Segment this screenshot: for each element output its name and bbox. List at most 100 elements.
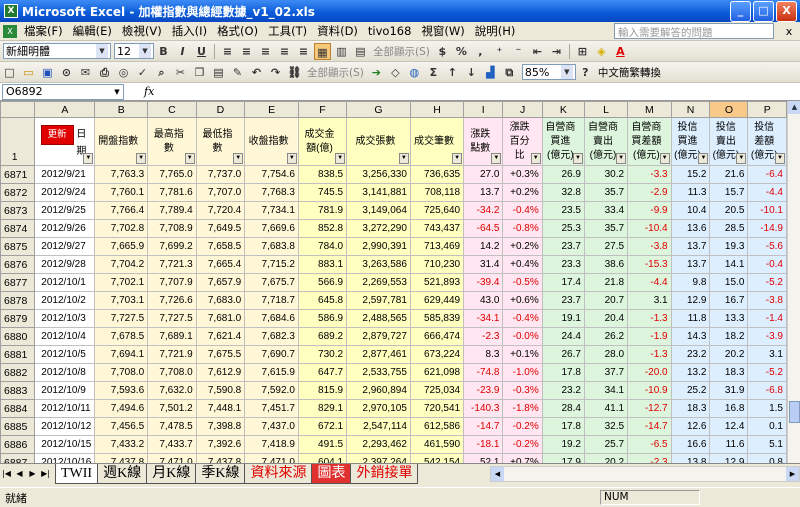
data-cell[interactable]: -0.4 [747, 255, 787, 274]
column-header-g[interactable]: G [346, 101, 411, 118]
data-cell[interactable]: 13.3 [709, 309, 749, 328]
data-cell[interactable]: +0.6% [502, 291, 543, 310]
data-cell[interactable]: 2,960,894 [346, 381, 411, 400]
data-cell[interactable]: -4.4 [747, 183, 787, 202]
data-cell[interactable]: 7,789.4 [147, 201, 197, 220]
field-header-cell[interactable]: 最高指數 ▼ [147, 117, 197, 166]
field-header-cell[interactable]: 投信差額(億元) ▼ [747, 117, 787, 166]
font-color-icon[interactable]: A [612, 43, 629, 60]
menu-edit[interactable]: 編輯(E) [68, 23, 117, 39]
column-header-o[interactable]: O [709, 101, 749, 118]
redo-icon[interactable]: ↷ [267, 64, 284, 81]
data-cell[interactable]: 13.7 [670, 237, 711, 256]
data-cell[interactable]: 708,118 [409, 183, 465, 202]
data-cell[interactable]: 0.1 [747, 417, 787, 436]
filter-dropdown-icon[interactable]: ▼ [83, 153, 94, 164]
data-cell[interactable]: 2012/9/25 [34, 201, 96, 220]
data-cell[interactable]: -5.6 [747, 237, 787, 256]
filter-dropdown-icon[interactable]: ▼ [136, 153, 147, 164]
filter-dropdown-icon[interactable]: ▼ [335, 153, 346, 164]
data-cell[interactable]: 7,721.3 [147, 255, 197, 274]
data-cell[interactable]: 2,488,565 [346, 309, 411, 328]
data-cell[interactable]: 11.6 [709, 435, 749, 454]
filter-dropdown-icon[interactable]: ▼ [530, 153, 541, 164]
data-cell[interactable]: 586.9 [297, 309, 348, 328]
data-cell[interactable]: 7,708.0 [94, 363, 149, 382]
scroll-thumb[interactable] [789, 401, 800, 423]
data-cell[interactable]: 7,433.7 [147, 435, 197, 454]
menu-tools[interactable]: 工具(T) [263, 23, 312, 39]
data-cell[interactable]: 2012/10/5 [34, 345, 96, 364]
data-cell[interactable]: 30.2 [583, 165, 629, 184]
data-cell[interactable]: -1.0% [502, 363, 543, 382]
field-header-cell[interactable]: 投信賣出(億元) ▼ [709, 117, 749, 166]
data-cell[interactable]: -18.1 [463, 435, 504, 454]
bold-button[interactable]: B [155, 43, 172, 60]
data-cell[interactable]: 7,720.4 [195, 201, 246, 220]
row-header[interactable]: 6874 [0, 219, 36, 238]
data-cell[interactable]: 8.3 [463, 345, 504, 364]
data-cell[interactable]: 2012/10/15 [34, 435, 96, 454]
column-header-n[interactable]: N [670, 101, 711, 118]
data-cell[interactable]: 7,726.6 [147, 291, 197, 310]
data-cell[interactable]: 7,437.0 [244, 417, 299, 436]
data-cell[interactable]: -0.0% [502, 327, 543, 346]
row-header[interactable]: 6880 [0, 327, 36, 346]
data-cell[interactable]: 28.4 [541, 399, 585, 418]
first-sheet-icon[interactable]: |◀ [0, 464, 13, 484]
data-cell[interactable]: 2012/9/24 [34, 183, 96, 202]
data-cell[interactable]: 7,727.5 [94, 309, 149, 328]
data-cell[interactable]: 713,469 [409, 237, 465, 256]
data-cell[interactable]: 7,683.8 [244, 237, 299, 256]
data-cell[interactable]: 26.9 [541, 165, 585, 184]
print-preview-icon[interactable]: ◎ [115, 64, 132, 81]
data-cell[interactable]: 23.7 [541, 291, 585, 310]
data-cell[interactable]: 7,715.2 [244, 255, 299, 274]
comma-button[interactable]: , [472, 43, 489, 60]
data-cell[interactable]: 2012/10/12 [34, 417, 96, 436]
data-cell[interactable]: 25.2 [670, 381, 711, 400]
data-cell[interactable]: -0.4% [502, 201, 543, 220]
data-cell[interactable]: -23.9 [463, 381, 504, 400]
data-cell[interactable]: 7,702.1 [94, 273, 149, 292]
data-cell[interactable]: 11.3 [670, 183, 711, 202]
data-cell[interactable]: 7,632.0 [147, 381, 197, 400]
row-header[interactable]: 6875 [0, 237, 36, 256]
sheet-tab[interactable]: 資料來源 [244, 464, 313, 484]
filter-dropdown-icon[interactable]: ▼ [233, 153, 244, 164]
data-cell[interactable]: 3.1 [747, 345, 787, 364]
data-cell[interactable]: 7,451.7 [244, 399, 299, 418]
data-cell[interactable]: 28.0 [583, 345, 629, 364]
row-header[interactable]: 1 [0, 117, 36, 166]
sheet-tab[interactable]: TWII [55, 464, 99, 484]
data-cell[interactable]: 2,547,114 [346, 417, 411, 436]
data-cell[interactable]: -3.8 [627, 237, 672, 256]
data-cell[interactable]: 883.1 [297, 255, 348, 274]
data-cell[interactable]: 2012/10/3 [34, 309, 96, 328]
columns-icon[interactable]: ▥ [333, 43, 350, 60]
data-cell[interactable]: -1.3 [627, 309, 672, 328]
data-cell[interactable]: -10.1 [747, 201, 787, 220]
help-question-input[interactable]: 輸入需要解答的問題 [614, 23, 774, 39]
data-cell[interactable]: 33.4 [583, 201, 629, 220]
data-cell[interactable]: -34.1 [463, 309, 504, 328]
data-cell[interactable]: 7,766.4 [94, 201, 149, 220]
scroll-up-icon[interactable]: ▲ [788, 101, 800, 114]
data-cell[interactable]: 725,640 [409, 201, 465, 220]
open-icon[interactable]: ▭ [20, 64, 37, 81]
data-cell[interactable]: -3.8 [747, 291, 787, 310]
data-cell[interactable]: 2012/9/28 [34, 255, 96, 274]
minimize-button[interactable]: _ [730, 0, 751, 22]
data-cell[interactable]: 52.1 [463, 453, 504, 463]
data-cell[interactable]: -14.9 [747, 219, 787, 238]
data-cell[interactable]: 2,879,727 [346, 327, 411, 346]
row-header[interactable]: 6882 [0, 363, 36, 382]
data-cell[interactable]: 7,669.6 [244, 219, 299, 238]
data-cell[interactable]: 3,141,881 [346, 183, 411, 202]
wrap-icon[interactable]: ▤ [352, 43, 369, 60]
menu-file[interactable]: 檔案(F) [19, 23, 68, 39]
data-cell[interactable]: 16.6 [670, 435, 711, 454]
filter-dropdown-icon[interactable]: ▼ [698, 153, 709, 164]
data-cell[interactable]: 7,708.0 [147, 363, 197, 382]
data-cell[interactable]: 815.9 [297, 381, 348, 400]
